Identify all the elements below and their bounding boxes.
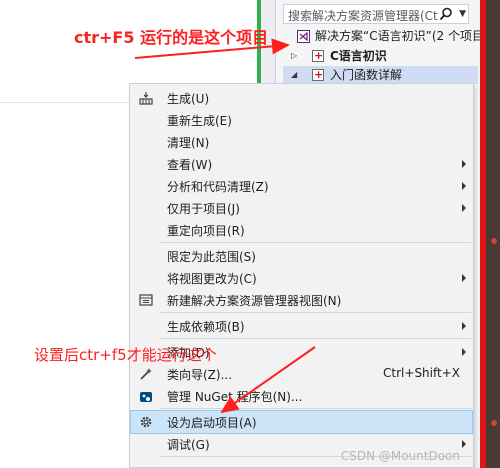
menu-item-rebuild[interactable]: 重新生成(E) [131,109,472,131]
menu-item-analyze[interactable]: 分析和代码清理(Z) [131,175,472,197]
solution-icon [297,30,310,43]
nuget-icon [140,392,152,402]
chevron-down-icon[interactable]: ▼ [459,6,466,22]
menu-item-nuget[interactable]: 管理 NuGet 程序包(N)... [131,385,472,407]
annotation-bottom: 设置后ctr+f5才能运行这个 [34,346,217,364]
menu-separator [160,242,471,243]
menu-item-build[interactable]: 生成(U) [131,87,472,109]
menu-label: 管理 NuGet 程序包(N)... [167,390,303,404]
menu-item-view[interactable]: 查看(W) [131,153,472,175]
menu-label: 清理(N) [167,136,210,150]
menu-label: 调试(G) [167,438,210,452]
menu-item-retarget[interactable]: 重定向项目(R) [131,219,472,241]
menu-item-new-view[interactable]: 新建解决方案资源管理器视图(N) [131,289,472,311]
menu-label: 重新生成(E) [167,114,232,128]
cpp-project-icon [312,47,324,65]
tree-item-solution[interactable]: 解决方案“C语言初识”(2 个项目 [283,27,484,45]
background-dot [491,238,497,244]
submenu-arrow-icon [462,274,466,282]
menu-item-build-dependencies[interactable]: 生成依赖项(B) [131,315,472,337]
watermark: CSDN @MountDoon [340,449,460,463]
tree-item-project-2[interactable]: ◢ 入门函数详解 [283,66,478,84]
annotation-top: ctr+F5 运行的是这个项目 [74,28,269,47]
menu-item-scope[interactable]: 限定为此范围(S) [131,245,472,267]
menu-item-project-only[interactable]: 仅用于项目(J) [131,197,472,219]
menu-label: 生成(U) [167,92,210,106]
menu-separator [160,312,471,313]
tree-item-project-1[interactable]: ▷ C语言初识 [283,47,478,65]
menu-label: 类向导(Z)... [167,368,233,382]
menu-label: 仅用于项目(J) [167,202,240,216]
context-menu: 生成(U) 重新生成(E) 清理(N) 查看(W) 分析和代码清理(Z) 仅用于… [129,83,474,468]
submenu-arrow-icon [462,440,466,448]
cpp-project-icon [312,66,324,84]
gear-icon [140,416,152,428]
search-icon[interactable] [438,6,454,22]
menu-label: 查看(W) [167,158,213,172]
menu-item-clean[interactable]: 清理(N) [131,131,472,153]
menu-label: 设为启动项目(A) [167,416,257,430]
submenu-arrow-icon [462,182,466,190]
new-view-icon [139,294,153,306]
editor-divider [0,102,130,103]
background-window-edge [486,0,500,468]
menu-item-set-startup[interactable]: 设为启动项目(A) [130,410,473,434]
project-label-2: 入门函数详解 [330,68,403,82]
build-icon [139,92,153,105]
menu-label: 将视图更改为(C) [167,272,257,286]
solution-explorer-search[interactable]: 搜索解决方案资源管理器(Ctrl ▼ [283,4,469,24]
project-label-1: C语言初识 [330,49,387,63]
background-dot [491,420,497,426]
menu-shortcut: Ctrl+Shift+X [383,366,460,380]
collapse-arrow-icon[interactable]: ◢ [291,66,297,84]
expand-arrow-icon[interactable]: ▷ [291,47,297,65]
solution-label: 解决方案“C语言初识”(2 个项目 [315,29,484,43]
submenu-arrow-icon [462,160,466,168]
menu-label: 生成依赖项(B) [167,320,245,334]
menu-separator [160,408,471,409]
submenu-arrow-icon [462,348,466,356]
menu-item-change-view[interactable]: 将视图更改为(C) [131,267,472,289]
menu-label: 分析和代码清理(Z) [167,180,269,194]
menu-label: 限定为此范围(S) [167,250,256,264]
submenu-arrow-icon [462,204,466,212]
class-wizard-icon [140,368,152,380]
menu-label: 新建解决方案资源管理器视图(N) [167,294,342,308]
menu-item-class-wizard[interactable]: 类向导(Z)... Ctrl+Shift+X [131,363,472,385]
submenu-arrow-icon [462,322,466,330]
menu-label: 重定向项目(R) [167,224,245,238]
search-placeholder: 搜索解决方案资源管理器(Ctrl [288,9,438,23]
menu-separator [160,338,471,339]
